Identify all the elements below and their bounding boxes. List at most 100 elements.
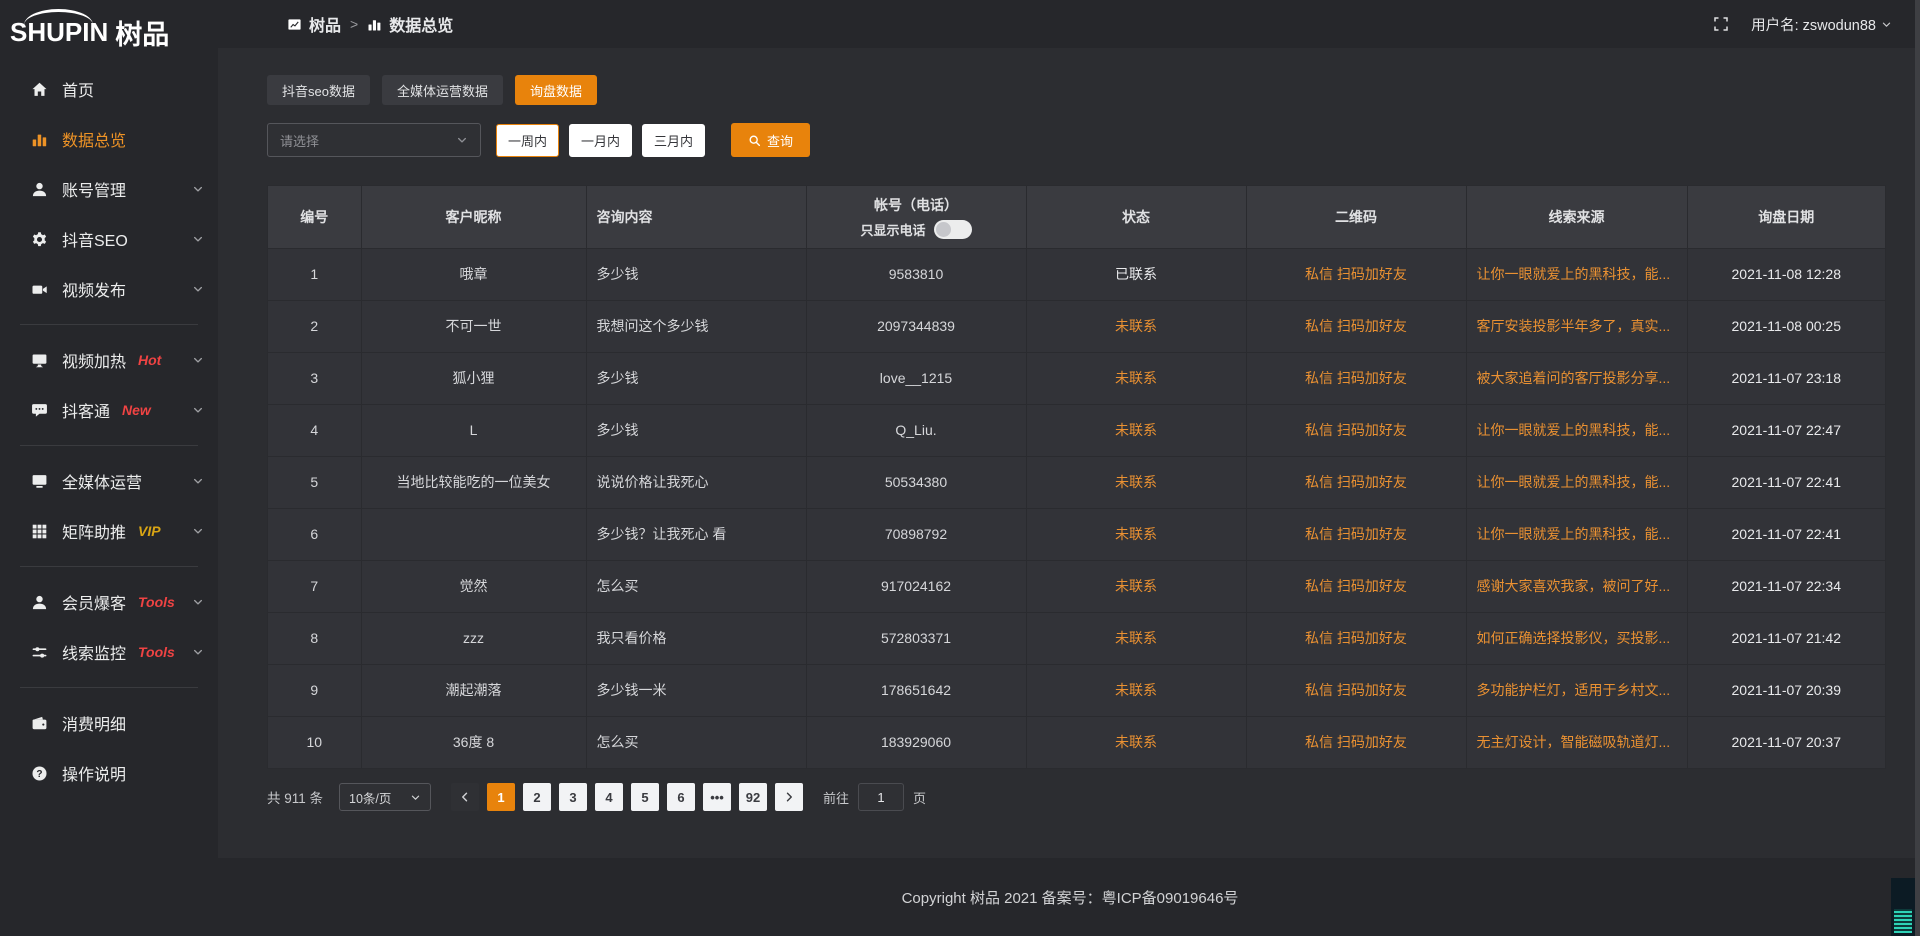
cell-content: 我想问这个多少钱 [586,300,806,352]
sidebar-item-label: 数据总览 [62,127,126,151]
sidebar-item-member-baoke[interactable]: 会员爆客Tools [0,577,218,627]
pager-ellipsis[interactable]: ••• [703,783,731,811]
cell-account: 9583810 [806,248,1026,300]
cell-qr-link[interactable]: 私信 扫码加好友 [1246,612,1466,664]
table-row: 8zzz我只看价格572803371未联系私信 扫码加好友如何正确选择投影仪，买… [268,612,1885,664]
sidebar-item-clue-monitor[interactable]: 线索监控Tools [0,627,218,677]
sidebar-item-home[interactable]: 首页 [0,64,218,114]
period-button-three-months[interactable]: 三月内 [642,124,705,157]
sidebar-item-label: 矩阵助推 [62,519,126,543]
cell-source-link[interactable]: 无主灯设计，智能磁吸轨道灯... [1466,716,1687,768]
cell-qr-link[interactable]: 私信 扫码加好友 [1246,300,1466,352]
cell-qr-link[interactable]: 私信 扫码加好友 [1246,560,1466,612]
scrollbar-track[interactable] [1915,0,1920,936]
sidebar-item-label: 视频发布 [62,277,126,301]
cell-account: 917024162 [806,560,1026,612]
cell-qr-link[interactable]: 私信 扫码加好友 [1246,508,1466,560]
sidebar-item-matrix-boost[interactable]: 矩阵助推VIP [0,506,218,556]
cell-source-link[interactable]: 让你一眼就爱上的黑科技，能... [1466,248,1687,300]
sidebar-item-badge: New [122,402,151,418]
cell-id: 8 [268,612,361,664]
cell-source-link[interactable]: 客厅安装投影半年多了，真实... [1466,300,1687,352]
tab-inquiry-data[interactable]: 询盘数据 [515,75,597,105]
prev-page-button[interactable] [451,783,479,811]
sidebar-item-badge: Hot [138,352,161,368]
topbar: 树品 > 数据总览 用户名: zswodun88 [218,0,1920,48]
cell-date: 2021-11-07 23:18 [1687,352,1885,404]
wallet-icon [30,714,48,732]
sidebar-item-consume-detail[interactable]: 消费明细 [0,698,218,748]
breadcrumb-item-current: 数据总览 [389,12,453,36]
goto-page-input[interactable] [858,783,904,811]
cell-id: 10 [268,716,361,768]
filter-select[interactable]: 请选择 [267,123,481,157]
sidebar-item-data-overview[interactable]: 数据总览 [0,114,218,164]
page-size-select[interactable]: 10条/页 [339,783,431,811]
sidebar-item-badge: Tools [138,594,175,610]
page-button-2[interactable]: 2 [523,783,551,811]
page-button-92[interactable]: 92 [739,783,767,811]
sidebar-divider [20,687,198,688]
cell-qr-link[interactable]: 私信 扫码加好友 [1246,664,1466,716]
sidebar-item-doukoutong[interactable]: 抖客通New [0,385,218,435]
cell-source-link[interactable]: 感谢大家喜欢我家，被问了好... [1466,560,1687,612]
grid-icon [30,522,48,540]
phone-only-toggle[interactable] [934,220,972,239]
user-menu[interactable]: 用户名: zswodun88 [1751,14,1892,35]
cell-qr-link[interactable]: 私信 扫码加好友 [1246,352,1466,404]
query-button-label: 查询 [767,131,793,150]
period-button-one-month[interactable]: 一月内 [569,124,632,157]
perf-monitor-widget [1891,878,1915,936]
query-button[interactable]: 查询 [731,123,810,157]
cell-source-link[interactable]: 让你一眼就爱上的黑科技，能... [1466,456,1687,508]
sidebar-item-label: 操作说明 [62,761,126,785]
cell-nickname: 狐小狸 [361,352,586,404]
breadcrumb-separator: > [348,16,360,32]
chevron-down-icon [192,404,204,416]
sidebar-item-video-heat[interactable]: 视频加热Hot [0,335,218,385]
sidebar-divider [20,566,198,567]
next-page-button[interactable] [775,783,803,811]
cell-nickname: 觉然 [361,560,586,612]
sidebar-item-douyin-seo[interactable]: 抖音SEO [0,214,218,264]
cell-qr-link[interactable]: 私信 扫码加好友 [1246,456,1466,508]
table-header-row: 编号 客户昵称 咨询内容 帐号（电话） 只显示电话 状态 [268,186,1885,248]
col-header-date: 询盘日期 [1687,186,1885,248]
sidebar-item-account-management[interactable]: 账号管理 [0,164,218,214]
page-button-5[interactable]: 5 [631,783,659,811]
cell-account: 50534380 [806,456,1026,508]
cell-date: 2021-11-08 12:28 [1687,248,1885,300]
cell-qr-link[interactable]: 私信 扫码加好友 [1246,404,1466,456]
page-button-3[interactable]: 3 [559,783,587,811]
fullscreen-icon[interactable] [1713,16,1729,32]
cell-date: 2021-11-07 22:41 [1687,456,1885,508]
period-buttons: 一周内一月内三月内 [496,124,705,157]
sidebar-item-media-operation[interactable]: 全媒体运营 [0,456,218,506]
page-button-6[interactable]: 6 [667,783,695,811]
cell-qr-link[interactable]: 私信 扫码加好友 [1246,716,1466,768]
sidebar-divider [20,445,198,446]
col-header-status: 状态 [1026,186,1246,248]
sidebar-item-label: 账号管理 [62,177,126,201]
page-button-4[interactable]: 4 [595,783,623,811]
cell-status: 未联系 [1026,404,1246,456]
cell-qr-link[interactable]: 私信 扫码加好友 [1246,248,1466,300]
cell-source-link[interactable]: 多功能护栏灯，适用于乡村文... [1466,664,1687,716]
screen-icon [30,472,48,490]
cell-source-link[interactable]: 如何正确选择投影仪，买投影... [1466,612,1687,664]
chart-icon [30,130,48,148]
chevron-down-icon [192,646,204,658]
toggle-knob [936,222,951,237]
breadcrumb-item-home[interactable]: 树品 [309,12,341,36]
cell-source-link[interactable]: 让你一眼就爱上的黑科技，能... [1466,508,1687,560]
cell-status: 未联系 [1026,664,1246,716]
tab-douyin-seo-data[interactable]: 抖音seo数据 [267,75,370,105]
cell-source-link[interactable]: 被大家追着问的客厅投影分享... [1466,352,1687,404]
page-button-1[interactable]: 1 [487,783,515,811]
tab-media-operation-data[interactable]: 全媒体运营数据 [382,75,503,105]
cell-date: 2021-11-07 22:34 [1687,560,1885,612]
period-button-one-week[interactable]: 一周内 [496,124,559,157]
sidebar-item-help[interactable]: ?操作说明 [0,748,218,798]
cell-source-link[interactable]: 让你一眼就爱上的黑科技，能... [1466,404,1687,456]
sidebar-item-video-publish[interactable]: 视频发布 [0,264,218,314]
